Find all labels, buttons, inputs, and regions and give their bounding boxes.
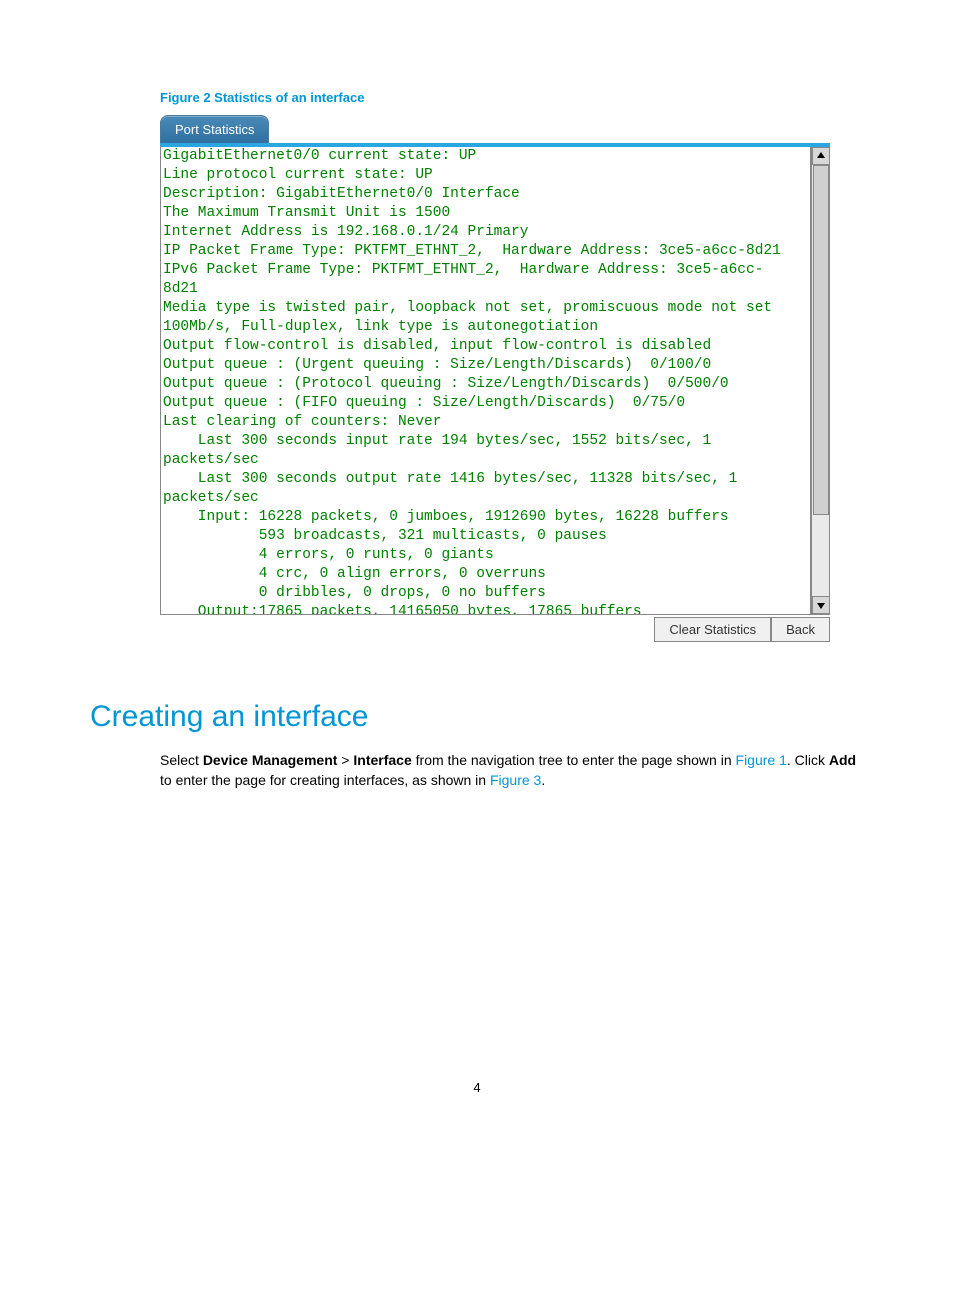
text: . xyxy=(541,772,545,788)
add-label: Add xyxy=(829,752,856,768)
scroll-down-icon[interactable] xyxy=(812,596,830,614)
scrollbar[interactable] xyxy=(811,147,829,614)
scroll-up-icon[interactable] xyxy=(812,147,830,165)
tab-port-statistics[interactable]: Port Statistics xyxy=(160,115,269,144)
page-number: 4 xyxy=(90,1080,864,1095)
section-heading: Creating an interface xyxy=(90,700,864,734)
text: Select xyxy=(160,752,203,768)
clear-statistics-button[interactable]: Clear Statistics xyxy=(654,617,771,642)
breadcrumb-interface: Interface xyxy=(353,752,411,768)
terminal-output: GigabitEthernet0/0 current state: UP Lin… xyxy=(163,147,808,614)
link-figure-3[interactable]: Figure 3 xyxy=(490,772,541,788)
text: to enter the page for creating interface… xyxy=(160,772,490,788)
text: > xyxy=(337,752,353,768)
body-paragraph: Select Device Management > Interface fro… xyxy=(160,750,864,790)
terminal-frame: GigabitEthernet0/0 current state: UP Lin… xyxy=(160,145,830,615)
link-figure-1[interactable]: Figure 1 xyxy=(736,752,787,768)
text: from the navigation tree to enter the pa… xyxy=(412,752,736,768)
breadcrumb-device-management: Device Management xyxy=(203,752,338,768)
back-button[interactable]: Back xyxy=(771,617,830,642)
terminal-viewport: GigabitEthernet0/0 current state: UP Lin… xyxy=(161,147,811,614)
text: . Click xyxy=(787,752,829,768)
button-row: Clear Statistics Back xyxy=(160,617,830,642)
scroll-thumb[interactable] xyxy=(813,165,829,515)
figure-caption: Figure 2 Statistics of an interface xyxy=(160,90,864,105)
tab-row: Port Statistics xyxy=(160,115,830,145)
port-statistics-panel: Port Statistics GigabitEthernet0/0 curre… xyxy=(160,115,830,642)
